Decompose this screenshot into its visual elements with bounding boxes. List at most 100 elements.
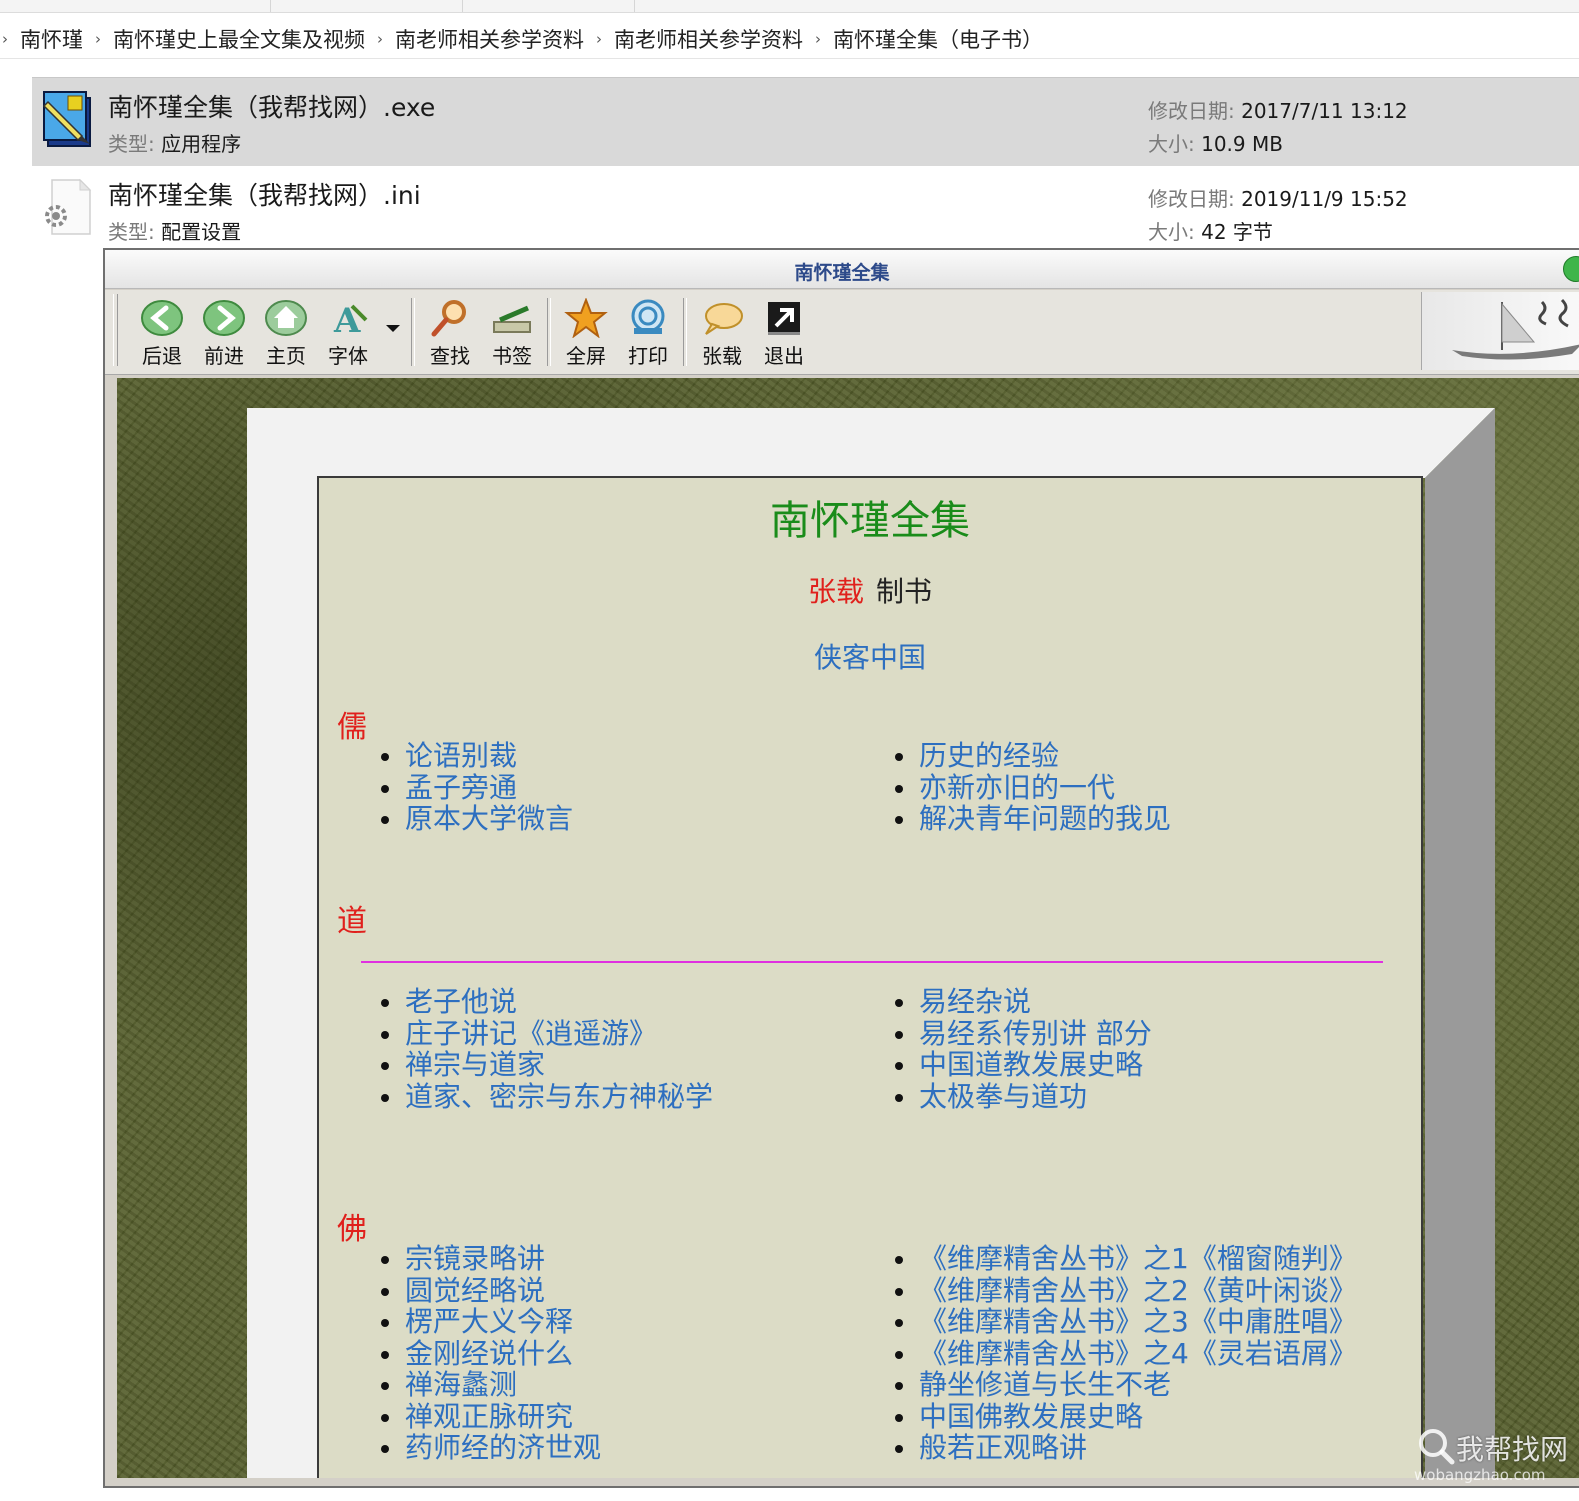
bookmark-button[interactable]: 书签: [483, 296, 541, 368]
back-arrow-icon: [141, 300, 183, 336]
breadcrumb-chevron-icon: ›: [815, 30, 821, 48]
book-link[interactable]: 解决青年问题的我见: [833, 803, 1171, 835]
bookmark-label: 书签: [492, 344, 532, 368]
home-label: 主页: [266, 344, 306, 368]
book-link[interactable]: 老子他说: [319, 986, 713, 1018]
dao-list-left: 老子他说 庄子讲记《逍遥游》 禅宗与道家 道家、密宗与东方神秘学: [319, 986, 713, 1112]
book-link[interactable]: 金刚经说什么: [319, 1337, 601, 1370]
book-link[interactable]: 道家、密宗与东方神秘学: [319, 1080, 713, 1113]
book-link[interactable]: 易经系传别讲 部分: [833, 1017, 1152, 1050]
back-button[interactable]: 后退: [133, 296, 191, 368]
ebook-app-window: 南怀瑾全集 后退 前进 主页 A 字体 查找 书签 全屏 打印 张载 退出 南怀…: [103, 248, 1579, 1488]
site-link[interactable]: 侠客中国: [319, 636, 1421, 676]
book-link[interactable]: 静坐修道与长生不老: [833, 1369, 1357, 1401]
file-date-label: 修改日期:: [1148, 187, 1235, 211]
file-size-value: 10.9 MB: [1201, 132, 1283, 156]
file-size-value: 42 字节: [1201, 220, 1273, 244]
file-type-label: 类型:: [108, 132, 155, 156]
print-button[interactable]: 打印: [619, 296, 677, 368]
file-date: 修改日期: 2017/7/11 13:12: [1148, 95, 1408, 124]
book-link[interactable]: 《维摩精舍丛书》之1《榴窗随判》: [833, 1243, 1357, 1275]
breadcrumb-chevron-icon: ›: [95, 30, 101, 48]
print-label: 打印: [628, 344, 668, 368]
author-role: 制书: [876, 575, 933, 608]
book-link[interactable]: 《维摩精舍丛书》之2《黄叶闲谈》: [833, 1274, 1357, 1307]
fo-list-right: 《维摩精舍丛书》之1《榴窗随判》 《维摩精舍丛书》之2《黄叶闲谈》 《维摩精舍丛…: [833, 1243, 1357, 1464]
find-button[interactable]: 查找: [421, 296, 479, 368]
font-button[interactable]: A 字体: [319, 296, 377, 368]
file-size-label: 大小:: [1148, 132, 1195, 156]
home-button[interactable]: 主页: [257, 296, 315, 368]
home-icon: [265, 300, 307, 336]
book-link[interactable]: 圆觉经略说: [319, 1274, 601, 1307]
book-link[interactable]: 药师经的济世观: [319, 1432, 601, 1464]
book-link[interactable]: 宗镜录略讲: [319, 1243, 601, 1275]
fullscreen-button[interactable]: 全屏: [557, 296, 615, 368]
section-heading-dao: 道: [337, 904, 367, 939]
watermark-search-icon: [1419, 1429, 1455, 1465]
forward-button[interactable]: 前进: [195, 296, 253, 368]
book-link[interactable]: 禅海蠡测: [319, 1369, 601, 1401]
watermark-url: wobangzhao.com: [1414, 1466, 1546, 1484]
watermark: 我帮找网 wobangzhao.com: [1412, 1420, 1579, 1500]
section-heading-fo: 佛: [337, 1212, 367, 1247]
print-icon: [631, 299, 665, 334]
back-label: 后退: [142, 344, 182, 368]
book-link[interactable]: 般若正观略讲: [833, 1432, 1357, 1464]
book-link[interactable]: 中国道教发展史略: [833, 1049, 1152, 1081]
svg-text:A: A: [333, 301, 361, 338]
ribbon-group-new: [40, 0, 271, 12]
file-type-label: 类型:: [108, 220, 155, 244]
book-link[interactable]: 太极拳与道功: [833, 1080, 1152, 1113]
file-type: 类型: 配置设置: [108, 216, 241, 245]
file-type-value: 应用程序: [161, 132, 242, 156]
file-name: 南怀瑾全集（我帮找网）.ini: [108, 181, 421, 210]
book-link[interactable]: 庄子讲记《逍遥游》: [319, 1017, 713, 1050]
breadcrumb-item-current[interactable]: 南怀瑾全集（电子书）: [825, 24, 1051, 54]
bookmark-icon: [493, 305, 531, 333]
book-link[interactable]: 禅宗与道家: [319, 1049, 713, 1081]
toolbar-separator: [683, 298, 687, 366]
file-row-exe[interactable]: 南怀瑾全集（我帮找网）.exe 类型: 应用程序 修改日期: 2017/7/11…: [32, 77, 1579, 167]
font-icon: A: [333, 301, 368, 338]
forward-arrow-icon: [203, 300, 245, 336]
book-link[interactable]: 禅观正脉研究: [319, 1400, 601, 1433]
file-name: 南怀瑾全集（我帮找网）.exe: [108, 93, 436, 122]
book-link[interactable]: 论语别裁: [319, 740, 573, 772]
breadcrumb-chevron-icon: ›: [377, 30, 383, 48]
breadcrumb-item[interactable]: 南怀瑾: [12, 24, 91, 54]
dao-list-right: 易经杂说 易经系传别讲 部分 中国道教发展史略 太极拳与道功: [833, 986, 1152, 1112]
breadcrumb: › 南怀瑾 › 南怀瑾史上最全文集及视频 › 南老师相关参学资料 › 南老师相关…: [0, 20, 1579, 59]
zhangzai-label: 张载: [702, 344, 742, 368]
file-date: 修改日期: 2019/11/9 15:52: [1148, 183, 1408, 212]
file-date-value: 2017/7/11 13:12: [1241, 99, 1408, 123]
ribbon-group-open: [272, 0, 463, 12]
settings-file-icon: [38, 176, 98, 238]
book-link[interactable]: 《维摩精舍丛书》之4《灵岩语屑》: [833, 1337, 1357, 1370]
author-name: 张载: [807, 575, 864, 608]
ribbon-group-select: [464, 0, 635, 12]
book-link[interactable]: 孟子旁通: [319, 771, 573, 804]
zhangzai-button[interactable]: 张载: [693, 296, 751, 368]
breadcrumb-item[interactable]: 南怀瑾史上最全文集及视频: [105, 24, 373, 54]
book-link[interactable]: 历史的经验: [833, 740, 1171, 772]
book-link[interactable]: 原本大学微言: [319, 803, 573, 835]
book-link[interactable]: 易经杂说: [833, 986, 1152, 1018]
book-link[interactable]: 《维摩精舍丛书》之3《中庸胜唱》: [833, 1306, 1357, 1338]
exit-button[interactable]: 退出: [755, 296, 813, 368]
breadcrumb-item[interactable]: 南老师相关参学资料: [387, 24, 592, 54]
font-dropdown-arrow-icon[interactable]: [383, 318, 403, 338]
book-link[interactable]: 中国佛教发展史略: [833, 1400, 1357, 1433]
app-title-bar[interactable]: 南怀瑾全集: [105, 250, 1579, 289]
exit-icon: [768, 302, 800, 335]
toolbar-grip[interactable]: [113, 294, 118, 366]
book-credit: 张载 制书: [319, 570, 1421, 610]
breadcrumb-item[interactable]: 南老师相关参学资料: [606, 24, 811, 54]
book-title: 南怀瑾全集: [770, 498, 970, 544]
book-content-area[interactable]: 南怀瑾全集 张载 制书 侠客中国 儒 论语别裁 孟子旁通 原本大学微言 历史的经验…: [117, 378, 1579, 1478]
book-link[interactable]: 楞严大义今释: [319, 1306, 601, 1338]
file-row-ini[interactable]: 南怀瑾全集（我帮找网）.ini 类型: 配置设置 修改日期: 2019/11/9…: [32, 166, 1579, 254]
book-link[interactable]: 亦新亦旧的一代: [833, 771, 1171, 804]
toolbar-separator: [547, 298, 551, 366]
magnifier-icon: [431, 300, 466, 337]
